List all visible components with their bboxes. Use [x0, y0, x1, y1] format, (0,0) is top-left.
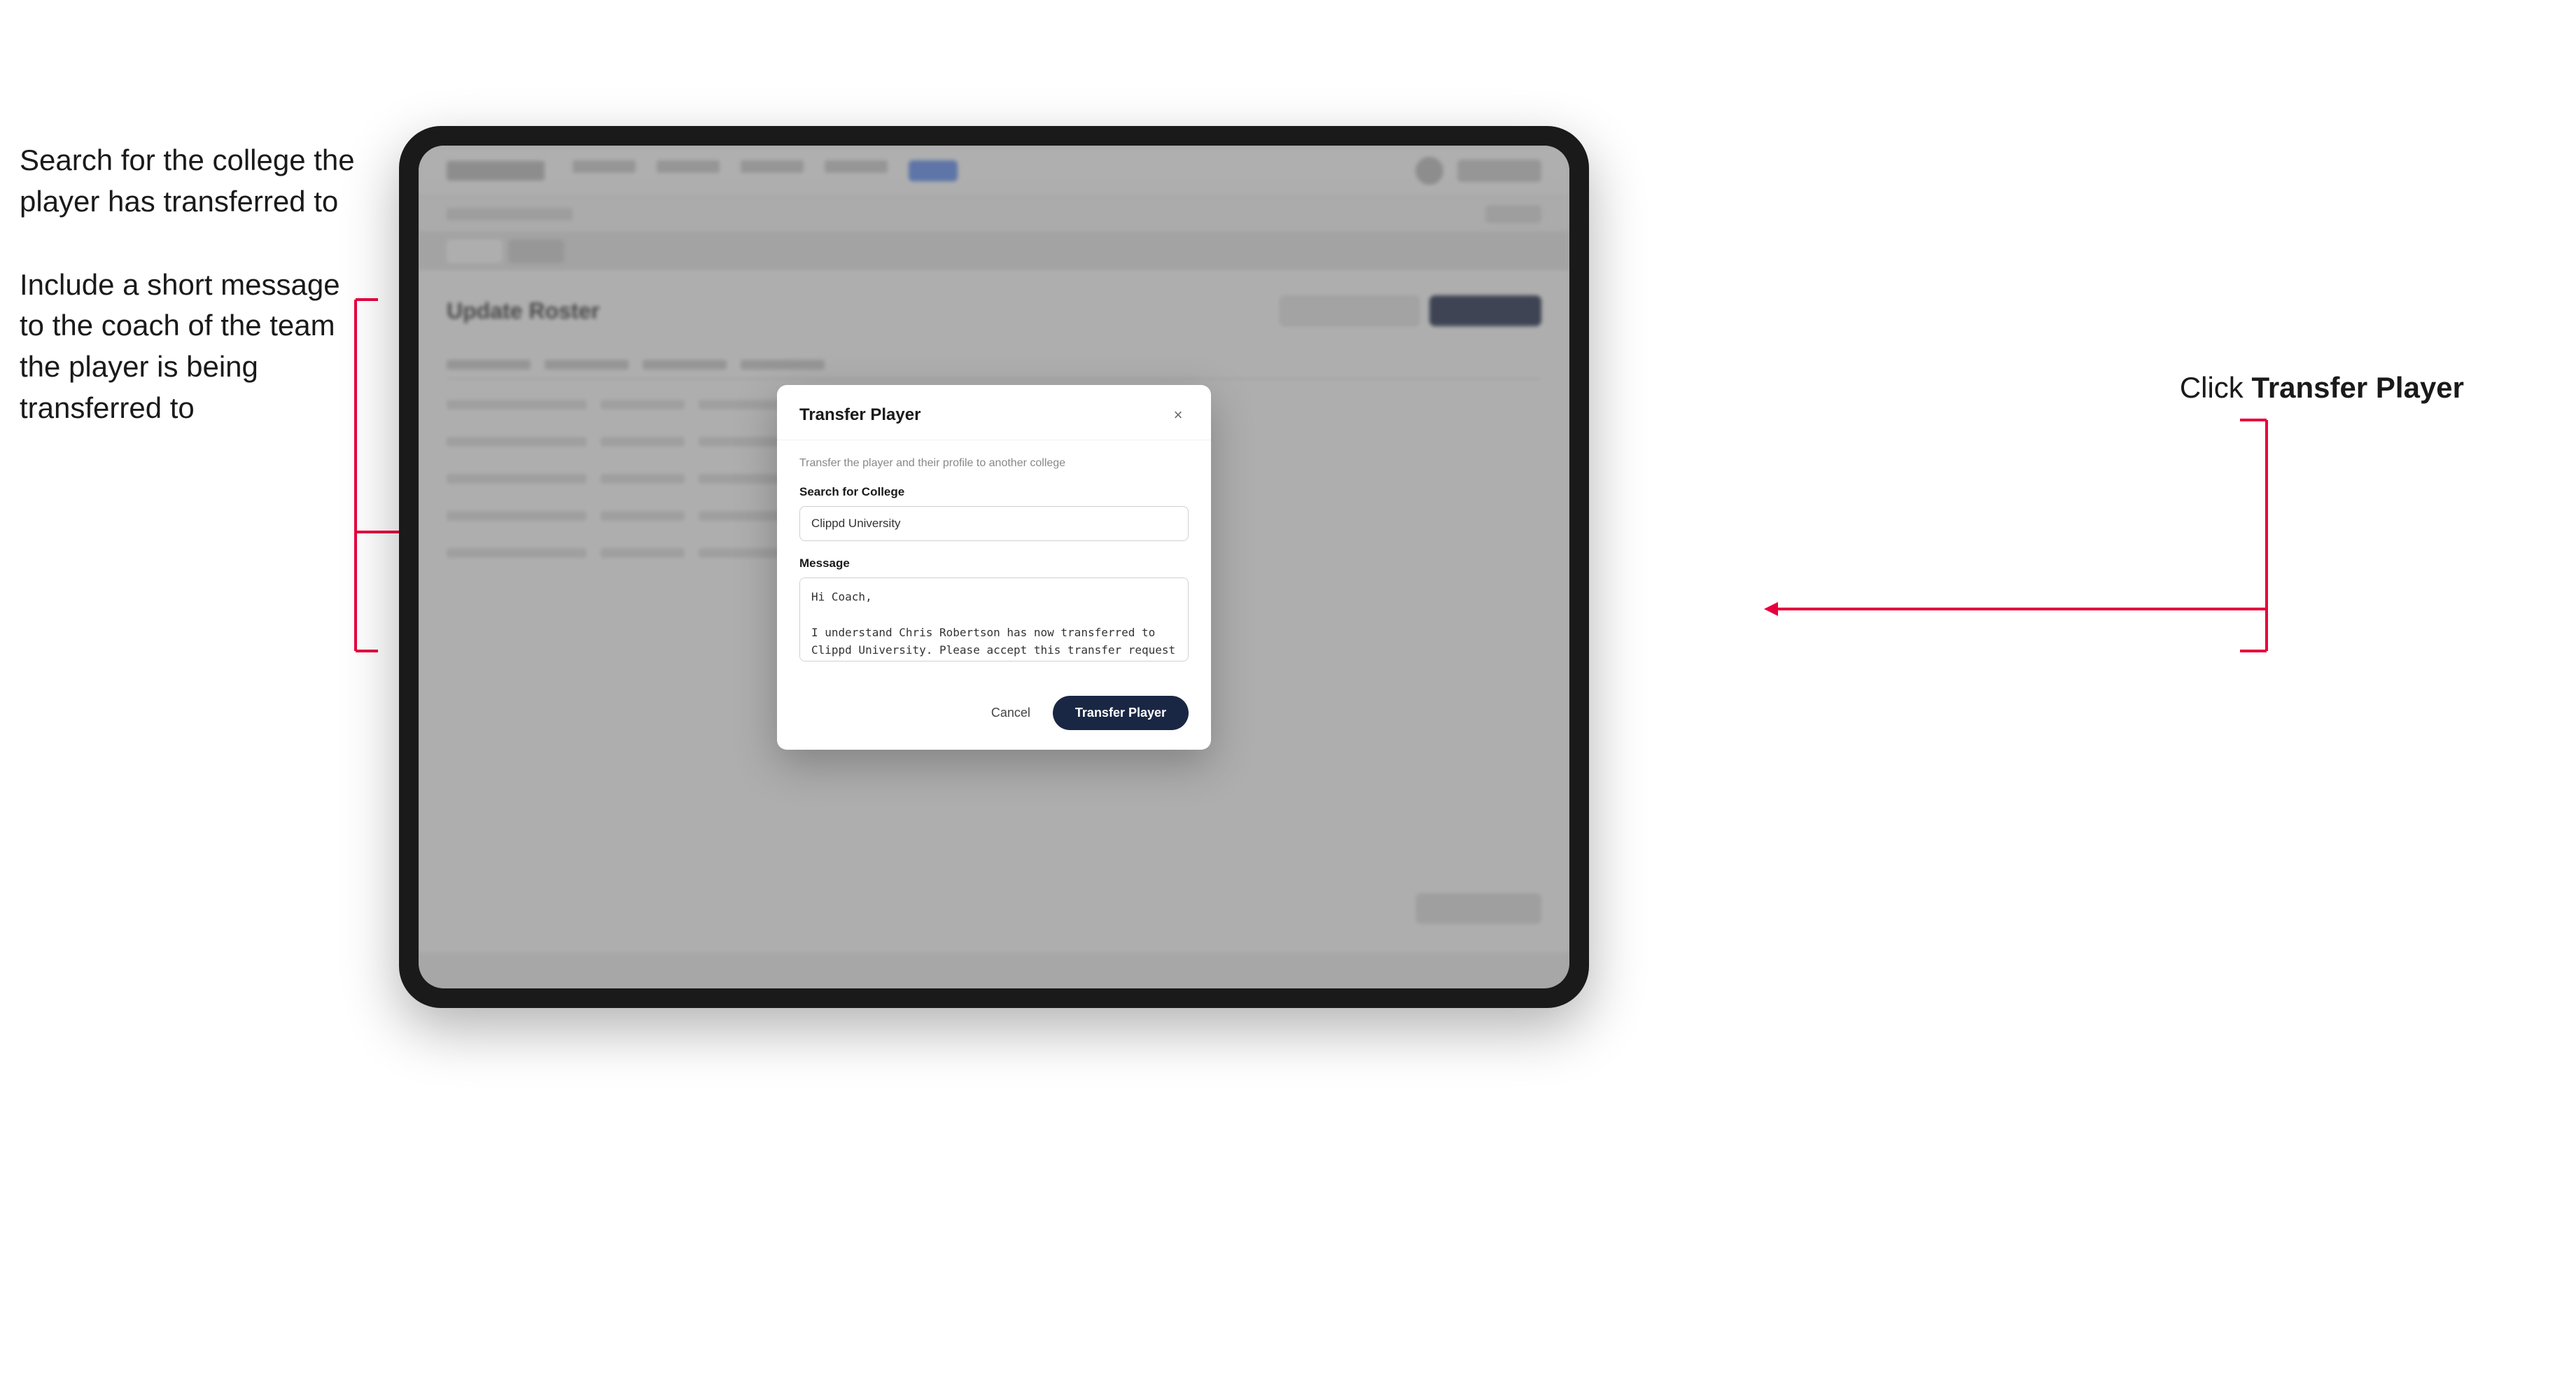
modal-footer: Cancel Transfer Player [777, 682, 1211, 750]
transfer-player-modal: Transfer Player × Transfer the player an… [777, 385, 1211, 750]
annotation-left: Search for the college the player has tr… [20, 140, 356, 429]
cancel-button[interactable]: Cancel [980, 699, 1042, 727]
modal-header: Transfer Player × [777, 385, 1211, 440]
college-label: Search for College [799, 485, 1189, 499]
modal-body: Transfer the player and their profile to… [777, 440, 1211, 682]
transfer-player-button[interactable]: Transfer Player [1053, 696, 1189, 730]
annotation-right: Click Transfer Player [2180, 371, 2464, 405]
modal-title: Transfer Player [799, 405, 920, 425]
modal-subtitle: Transfer the player and their profile to… [799, 457, 1189, 470]
close-icon[interactable]: × [1168, 405, 1189, 426]
tablet-frame: Update Roster [399, 126, 1589, 1008]
modal-overlay: Transfer Player × Transfer the player an… [419, 146, 1569, 988]
annotation-transfer-bold: Transfer Player [2251, 371, 2464, 404]
tablet-screen: Update Roster [419, 146, 1569, 988]
message-label: Message [799, 556, 1189, 570]
college-search-input[interactable] [799, 506, 1189, 541]
annotation-message-text: Include a short message to the coach of … [20, 268, 340, 424]
annotation-search-text: Search for the college the player has tr… [20, 144, 355, 218]
message-textarea[interactable]: Hi Coach, I understand Chris Robertson h… [799, 578, 1189, 662]
